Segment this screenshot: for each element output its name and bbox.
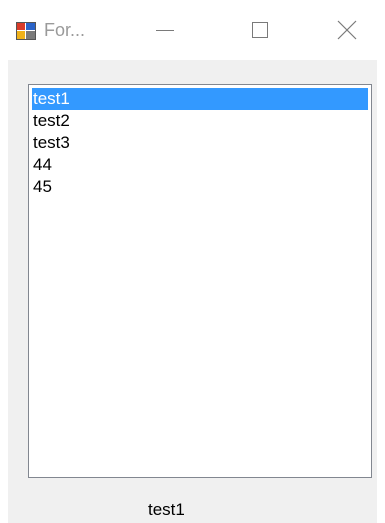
list-item[interactable]: test1	[32, 88, 368, 110]
close-button[interactable]	[325, 10, 369, 50]
app-window: For... test1 test2 test3 44 45 test1	[0, 0, 385, 523]
maximize-icon	[252, 22, 268, 38]
maximize-button[interactable]	[238, 10, 282, 50]
minimize-button[interactable]	[143, 10, 187, 50]
form-client-area: test1 test2 test3 44 45 test1	[8, 60, 377, 523]
items-list: test1 test2 test3 44 45	[32, 88, 368, 198]
list-item[interactable]: 44	[32, 154, 368, 176]
window-title: For...	[44, 20, 86, 40]
close-icon	[337, 20, 357, 40]
selected-item-label: test1	[148, 500, 185, 519]
list-item[interactable]: 45	[32, 176, 368, 198]
list-item[interactable]: test3	[32, 132, 368, 154]
minimize-icon	[156, 30, 174, 31]
list-item[interactable]: test2	[32, 110, 368, 132]
items-listbox[interactable]: test1 test2 test3 44 45	[28, 84, 372, 478]
title-bar[interactable]: For...	[0, 0, 385, 60]
winforms-app-icon[interactable]	[16, 22, 36, 40]
